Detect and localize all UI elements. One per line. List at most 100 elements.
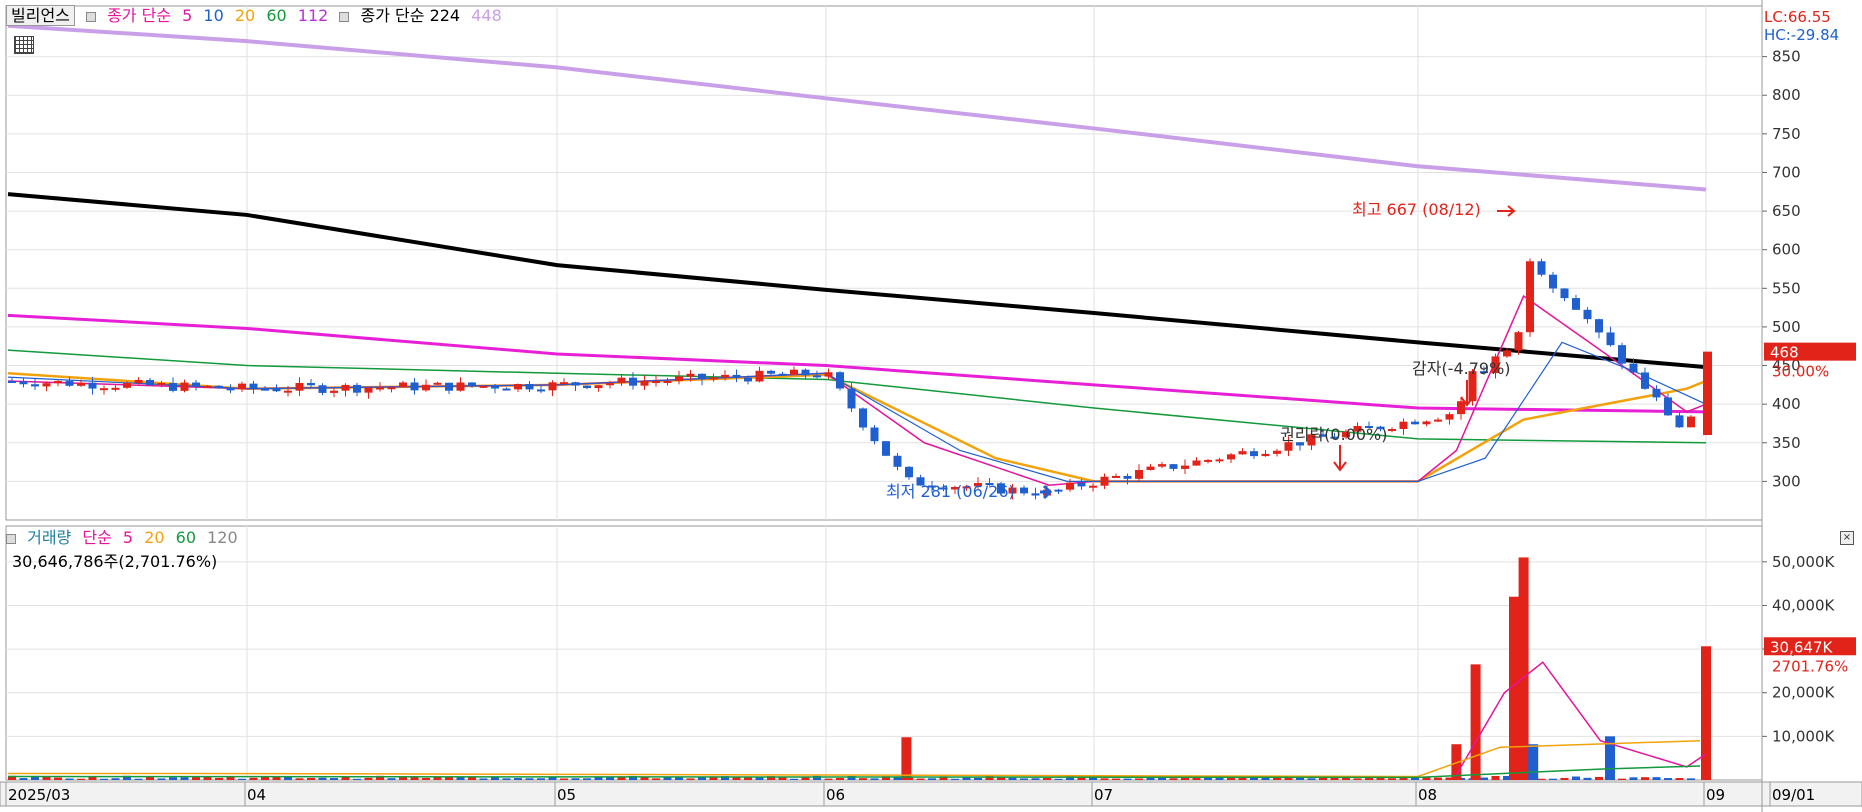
- chart-stage: 300 350 400 450 500 550 600 650 700 750 800 850 2025…: [0, 0, 1862, 812]
- candle-body: [1020, 487, 1028, 494]
- candle-body: [54, 380, 62, 384]
- volume-tick-label-4: 50,000K: [1772, 553, 1835, 571]
- x-tick-label-4: 07: [1094, 786, 1113, 804]
- candle-body: [778, 373, 787, 376]
- volume-bar: [951, 778, 959, 780]
- candle-body: [571, 382, 580, 386]
- candle-body: [100, 388, 108, 391]
- ma-period-112: 112: [297, 6, 329, 25]
- candle-body: [1606, 332, 1615, 346]
- price-tick-label-800: 800: [1772, 86, 1801, 104]
- candle-body: [1273, 450, 1281, 454]
- candle-body: [387, 387, 396, 390]
- candle-body: [1675, 415, 1684, 428]
- volume-bar: [307, 777, 315, 780]
- price-tick-label-650: 650: [1772, 202, 1801, 220]
- volume-panel-border: [5, 525, 1763, 781]
- ma-long-settings-icon[interactable]: [339, 11, 350, 22]
- candle-body: [1054, 489, 1063, 492]
- volume-bar: [111, 778, 120, 780]
- volume-bar: [1560, 777, 1569, 780]
- candle-body: [560, 382, 568, 385]
- volume-bar: [1284, 777, 1293, 780]
- volume-tick-label-3: 40,000K: [1772, 596, 1835, 614]
- volume-bar: [1388, 778, 1396, 780]
- candle-body: [180, 382, 189, 391]
- volume-bar: [387, 778, 396, 780]
- volume-bar: [1054, 778, 1063, 780]
- candle-body: [1434, 419, 1442, 422]
- candle-body: [238, 383, 246, 390]
- candle-body: [399, 382, 407, 388]
- candle-body: [617, 377, 626, 384]
- candle-body: [663, 380, 672, 383]
- price-tick-label-850: 850: [1772, 48, 1801, 66]
- candle-body: [1388, 429, 1396, 432]
- close-icon[interactable]: ×: [1840, 531, 1854, 545]
- volume-bar: [686, 778, 695, 780]
- volume-bar: [1687, 778, 1695, 780]
- candle-body: [744, 377, 752, 382]
- candle-body: [1549, 274, 1557, 289]
- hc-value: HC:-29.84: [1764, 26, 1840, 44]
- candle-body: [1261, 453, 1270, 457]
- volume-ma-60: 60: [175, 528, 196, 547]
- candle-body: [1652, 388, 1661, 398]
- volume-bar: [502, 778, 511, 780]
- candle-body: [1215, 459, 1224, 462]
- candle-body: [295, 382, 304, 391]
- candle-body: [606, 383, 614, 386]
- x-tick-label-5: 08: [1418, 786, 1437, 804]
- price-tick-label-550: 550: [1772, 279, 1801, 297]
- volume-bar: [1077, 777, 1086, 780]
- volume-tick-label-1: 20,000K: [1772, 684, 1835, 702]
- candle-body: [1158, 464, 1166, 467]
- volume-bar: [65, 778, 74, 780]
- candle-body: [1077, 482, 1086, 487]
- ma224-line: [7, 192, 1707, 370]
- volume-bar: [1618, 778, 1626, 780]
- candle-body: [870, 427, 879, 442]
- price-tick-label-700: 700: [1772, 163, 1801, 181]
- candle-body: [445, 382, 453, 391]
- volume-key-bar: [1528, 744, 1539, 780]
- candle-body: [1526, 261, 1534, 333]
- volume-bar: [146, 777, 154, 780]
- candle-body: [1641, 372, 1649, 389]
- ma-long-title: 종가 단순 224: [360, 6, 461, 25]
- volume-bar: [1112, 778, 1120, 780]
- volume-settings-icon[interactable]: [6, 533, 16, 544]
- grid-icon[interactable]: [14, 36, 34, 54]
- candle-body: [1411, 421, 1419, 425]
- candle-body: [1399, 421, 1408, 430]
- volume-bar: [1169, 778, 1178, 780]
- candle-body: [284, 390, 292, 393]
- volume-bar: [675, 777, 683, 780]
- volume-info: 30,646,786주(2,701.76%): [12, 552, 218, 571]
- candle-body: [192, 382, 200, 386]
- candle-body: [123, 382, 131, 388]
- volume-bar: [571, 778, 580, 780]
- ma-settings-icon[interactable]: [85, 11, 96, 22]
- volume-bar: [491, 777, 499, 780]
- candle-body: [479, 385, 488, 388]
- stock-name-tab[interactable]: 빌리언스: [6, 5, 75, 26]
- candle-body: [330, 390, 338, 393]
- candle-body: [318, 385, 327, 393]
- candle-body: [525, 383, 534, 390]
- candle-body: [341, 384, 350, 391]
- volume-key-bar: [1701, 646, 1711, 780]
- volume-ma-20: 20: [144, 528, 165, 547]
- candle-body: [249, 383, 258, 389]
- volume-bar: [19, 778, 28, 780]
- price-tick-label-400: 400: [1772, 395, 1801, 413]
- rights-arrow-icon: [1333, 445, 1347, 472]
- candle-body: [19, 381, 28, 385]
- volume-bar: [1307, 778, 1316, 780]
- lc-value: LC:66.55: [1764, 8, 1831, 26]
- volume-bar: [1100, 778, 1109, 780]
- candle-body: [456, 382, 465, 391]
- x-tick-label-1: 04: [247, 786, 266, 804]
- ma-title: 종가 단순: [107, 6, 172, 25]
- volume-bar: [1480, 777, 1488, 780]
